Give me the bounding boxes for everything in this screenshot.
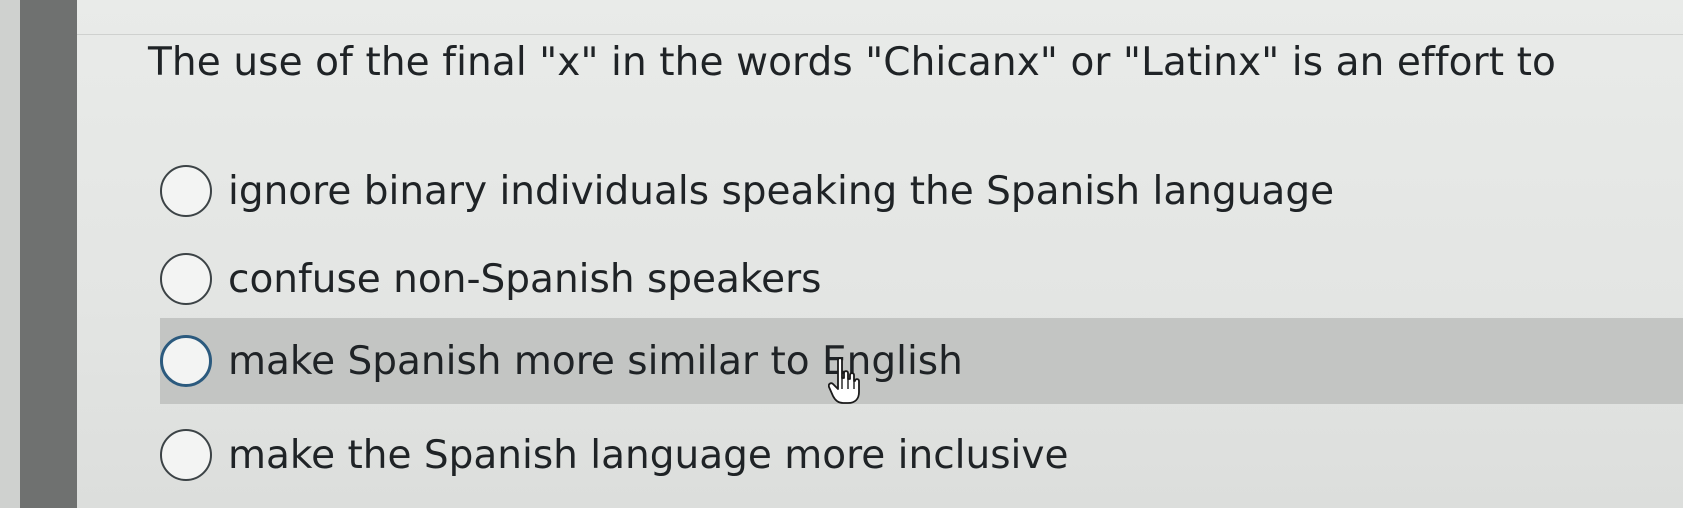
- answer-label: ignore binary individuals speaking the S…: [228, 168, 1335, 214]
- answer-label: make the Spanish language more inclusive: [228, 432, 1069, 478]
- radio-button[interactable]: [160, 335, 212, 387]
- radio-button[interactable]: [160, 253, 212, 305]
- answer-list: ignore binary individuals speaking the S…: [0, 0, 1683, 508]
- answer-option-1[interactable]: ignore binary individuals speaking the S…: [160, 148, 1683, 234]
- answer-option-4[interactable]: make the Spanish language more inclusive: [160, 412, 1683, 498]
- hand-pointer-icon: [828, 357, 860, 404]
- radio-button[interactable]: [160, 165, 212, 217]
- answer-option-3[interactable]: make Spanish more similar to English: [160, 318, 1683, 404]
- radio-button[interactable]: [160, 429, 212, 481]
- answer-label: confuse non-Spanish speakers: [228, 256, 822, 302]
- answer-option-2[interactable]: confuse non-Spanish speakers: [160, 236, 1683, 322]
